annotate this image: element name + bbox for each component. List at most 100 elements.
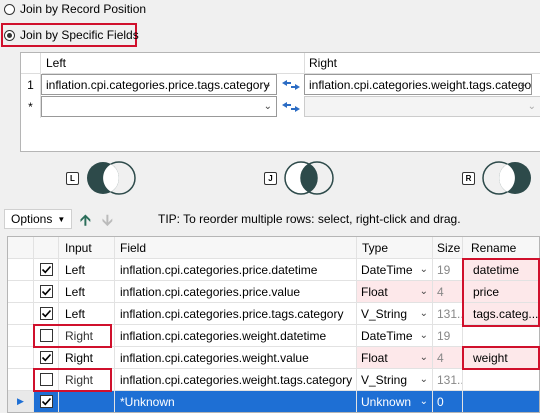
field-name-cell[interactable]: inflation.cpi.categories.price.datetime bbox=[115, 259, 357, 280]
options-dropdown-button[interactable]: Options ▼ bbox=[4, 209, 72, 229]
right-join-venn-icon bbox=[482, 161, 531, 195]
highlight-box-renames bbox=[462, 258, 540, 327]
row-checkbox-cell[interactable] bbox=[34, 303, 59, 324]
size-cell[interactable]: 4 bbox=[433, 347, 463, 368]
right-column-header: Right bbox=[304, 53, 540, 74]
size-cell[interactable]: 19 bbox=[433, 325, 463, 346]
table-row[interactable]: Left inflation.cpi.categories.price.tags.… bbox=[8, 303, 539, 325]
checkmark-icon bbox=[41, 265, 51, 274]
rename-cell[interactable] bbox=[463, 391, 539, 412]
left-join-venn-icon bbox=[87, 161, 136, 195]
new-left-field-select[interactable]: ⌄ bbox=[41, 96, 277, 117]
size-cell[interactable]: 4 bbox=[433, 281, 463, 302]
move-up-icon[interactable]: 🡩 bbox=[80, 210, 91, 235]
row-checkbox-cell[interactable] bbox=[34, 281, 59, 302]
chevron-down-icon: ⌄ bbox=[419, 374, 428, 385]
specific-fields-radio[interactable] bbox=[4, 29, 15, 41]
checkmark-icon bbox=[41, 397, 51, 406]
include-checkbox[interactable] bbox=[39, 351, 53, 364]
field-name-cell[interactable]: inflation.cpi.categories.price.value bbox=[115, 281, 357, 302]
type-select-cell[interactable]: V_String ⌄ bbox=[357, 303, 433, 324]
chevron-down-icon: ⌄ bbox=[419, 264, 428, 275]
type-value: V_String bbox=[361, 306, 408, 321]
type-value: Float bbox=[361, 284, 388, 299]
type-select-cell[interactable]: Unknown ⌄ bbox=[357, 391, 433, 412]
options-label: Options bbox=[11, 212, 53, 226]
checkmark-icon bbox=[41, 353, 51, 362]
highlight-box-right-unchecked bbox=[33, 324, 112, 348]
size-cell[interactable]: 0 bbox=[433, 391, 463, 412]
include-checkbox[interactable] bbox=[39, 395, 53, 408]
right-field-select[interactable]: inflation.cpi.categories.weight.tags.cat… bbox=[304, 74, 532, 95]
chevron-down-icon: ⌄ bbox=[419, 308, 428, 319]
right-output-venn[interactable]: R bbox=[462, 159, 538, 199]
include-checkbox[interactable] bbox=[39, 285, 53, 298]
table-row[interactable]: Right inflation.cpi.categories.weight.val… bbox=[8, 347, 539, 369]
join-output-venn[interactable]: J bbox=[264, 159, 340, 199]
specific-fields-label: Join by Specific Fields bbox=[20, 28, 139, 42]
join-by-record-position-option[interactable]: Join by Record Position bbox=[4, 0, 146, 18]
table-row[interactable]: Left inflation.cpi.categories.price.value… bbox=[8, 281, 539, 303]
row-indicator bbox=[8, 325, 34, 346]
row-checkbox-cell[interactable] bbox=[34, 391, 59, 412]
field-name-cell[interactable]: inflation.cpi.categories.weight.datetime bbox=[115, 325, 357, 346]
type-select-cell[interactable]: Float ⌄ bbox=[357, 281, 433, 302]
row-number-header bbox=[21, 53, 41, 74]
swap-arrows-icon[interactable] bbox=[279, 74, 303, 96]
rename-cell[interactable] bbox=[463, 325, 539, 346]
swap-arrows-icon[interactable] bbox=[279, 96, 303, 118]
chevron-down-icon: ⌄ bbox=[527, 101, 536, 112]
type-value: Unknown bbox=[361, 394, 412, 409]
field-column-header: Field bbox=[115, 237, 357, 258]
checkmark-icon bbox=[41, 309, 51, 318]
move-down-icon[interactable]: 🡫 bbox=[102, 210, 113, 235]
join-by-specific-fields-option[interactable]: Join by Specific Fields bbox=[4, 26, 139, 44]
size-cell[interactable]: 131... bbox=[433, 369, 463, 390]
row-indicator bbox=[8, 369, 34, 390]
reorder-tip-text: TIP: To reorder multiple rows: select, r… bbox=[158, 212, 461, 226]
row-checkbox-cell[interactable] bbox=[34, 259, 59, 280]
table-row[interactable]: Left inflation.cpi.categories.price.datet… bbox=[8, 259, 539, 281]
left-output-venn[interactable]: L bbox=[66, 159, 142, 199]
type-value: DateTime bbox=[361, 328, 413, 343]
type-select-cell[interactable]: DateTime ⌄ bbox=[357, 259, 433, 280]
left-output-badge: L bbox=[66, 172, 79, 185]
right-field-value: inflation.cpi.categories.weight.tags.cat… bbox=[309, 77, 532, 92]
size-column-header: Size bbox=[433, 237, 463, 258]
new-row-marker: * bbox=[21, 96, 41, 118]
include-checkbox[interactable] bbox=[39, 263, 53, 276]
row-checkbox-cell[interactable] bbox=[34, 347, 59, 368]
left-field-select[interactable]: inflation.cpi.categories.price.tags.cate… bbox=[41, 74, 277, 95]
input-cell bbox=[59, 391, 115, 412]
field-name-cell[interactable]: inflation.cpi.categories.weight.tags.cat… bbox=[115, 369, 357, 390]
checkbox-header bbox=[34, 237, 59, 258]
left-column-header: Left bbox=[42, 53, 304, 74]
highlight-box-right-tags bbox=[33, 368, 112, 392]
rename-cell[interactable] bbox=[463, 369, 539, 390]
row-indicator bbox=[8, 259, 34, 280]
field-name-cell[interactable]: inflation.cpi.categories.price.tags.cate… bbox=[115, 303, 357, 324]
type-select-cell[interactable]: DateTime ⌄ bbox=[357, 325, 433, 346]
field-name-cell[interactable]: *Unknown bbox=[115, 391, 357, 412]
table-row[interactable]: ▶ *Unknown Unknown ⌄ 0 bbox=[8, 391, 539, 412]
size-cell[interactable]: 131... bbox=[433, 303, 463, 324]
size-cell[interactable]: 19 bbox=[433, 259, 463, 280]
record-position-label: Join by Record Position bbox=[20, 2, 147, 16]
input-cell: Left bbox=[59, 281, 115, 302]
type-value: V_String bbox=[361, 372, 408, 387]
new-right-field-select[interactable]: ⌄ bbox=[304, 96, 540, 117]
field-name-cell[interactable]: inflation.cpi.categories.weight.value bbox=[115, 347, 357, 368]
type-column-header: Type bbox=[357, 237, 433, 258]
chevron-down-icon: ⌄ bbox=[518, 79, 527, 90]
row-indicator bbox=[8, 281, 34, 302]
current-row-arrow-icon: ▶ bbox=[17, 396, 24, 406]
record-position-radio[interactable] bbox=[4, 3, 15, 15]
include-checkbox[interactable] bbox=[39, 307, 53, 320]
input-cell: Left bbox=[59, 259, 115, 280]
chevron-down-icon: ⌄ bbox=[419, 352, 428, 363]
type-select-cell[interactable]: Float ⌄ bbox=[357, 347, 433, 368]
checkmark-icon bbox=[41, 287, 51, 296]
grid-header-row: Input Field Type Size Rename bbox=[8, 237, 539, 259]
type-select-cell[interactable]: V_String ⌄ bbox=[357, 369, 433, 390]
left-field-value: inflation.cpi.categories.price.tags.cate… bbox=[46, 77, 270, 92]
